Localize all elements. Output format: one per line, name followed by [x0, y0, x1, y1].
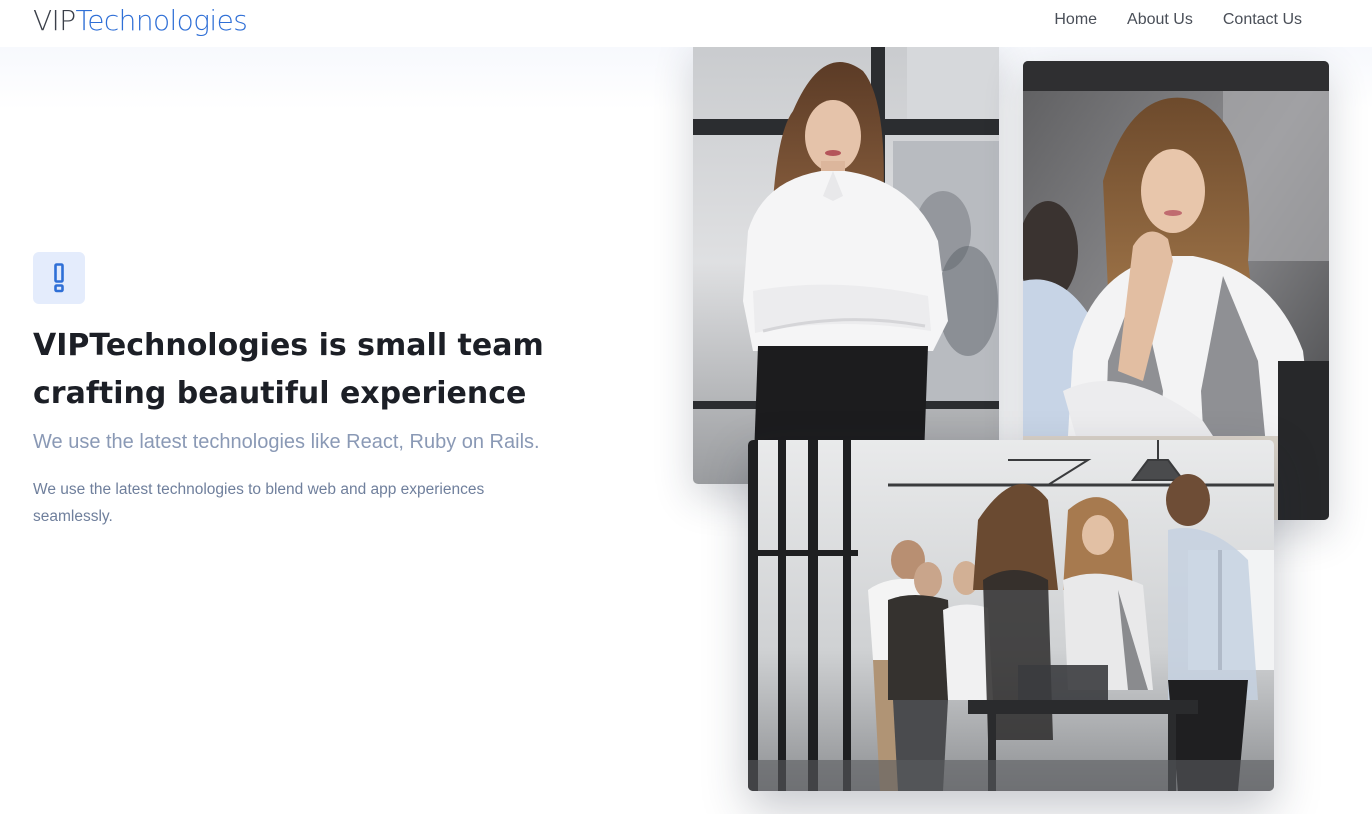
feature-badge	[33, 252, 85, 304]
navbar: VIPTechnologies Home About Us Contact Us	[0, 0, 1372, 47]
nav-menu: Home About Us Contact Us	[1054, 10, 1302, 30]
nav-link-contact-us[interactable]: Contact Us	[1223, 10, 1302, 30]
woman-arms-crossed-photo	[693, 41, 999, 484]
team-in-office-photo	[748, 440, 1274, 791]
nav-link-home[interactable]: Home	[1054, 10, 1097, 30]
nav-link-about-us[interactable]: About Us	[1127, 10, 1193, 30]
hero-body-text: We use the latest technologies to blend …	[33, 481, 485, 525]
brand-logo-part-2: Technologies	[75, 4, 248, 37]
page: VIPTechnologies Home About Us Contact Us…	[0, 0, 1372, 814]
brand-logo[interactable]: VIPTechnologies	[33, 3, 248, 39]
hero-headline: VIPTechnologies is small team crafting b…	[33, 328, 544, 411]
brand-logo-part-1: VIP	[33, 4, 76, 37]
exclamation-icon	[54, 263, 64, 293]
hero-subtitle: We use the latest technologies like Reac…	[33, 431, 540, 453]
